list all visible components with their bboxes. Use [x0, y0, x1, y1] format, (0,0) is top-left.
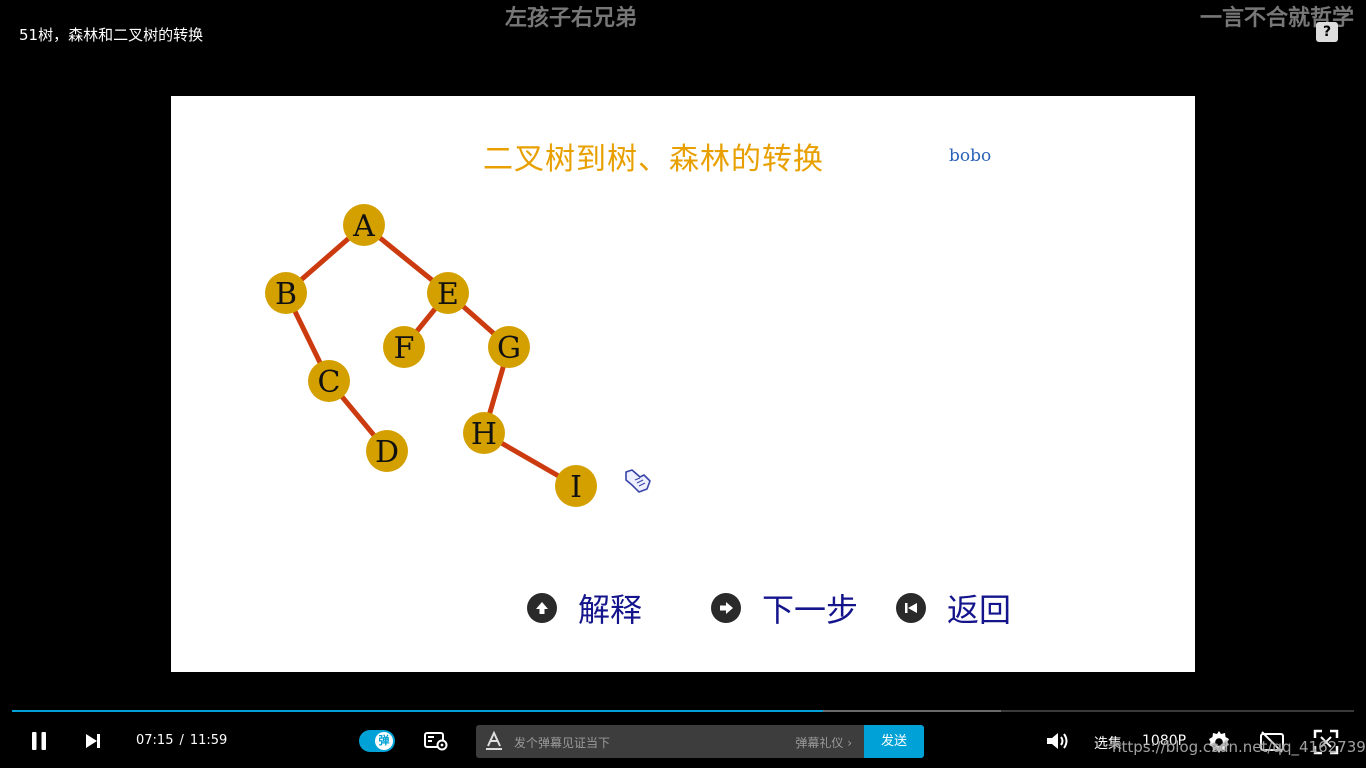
danmaku-toggle-label: 弹 [375, 732, 393, 750]
next-step-button[interactable]: 下一步 [711, 588, 859, 629]
font-style-icon[interactable] [484, 731, 504, 751]
danmaku-input[interactable]: 发个弹幕见证当下 弹幕礼仪 › [476, 725, 864, 758]
time-display: 07:15 / 11:59 [136, 733, 227, 748]
pause-icon[interactable] [30, 731, 48, 751]
back-button[interactable]: 返回 [896, 588, 1012, 629]
tree-node-label-c: C [318, 365, 341, 400]
total-time: 11:59 [189, 733, 228, 748]
progress-played [12, 710, 823, 712]
danmaku-settings-icon[interactable] [424, 731, 448, 751]
tree-node-label-d: D [375, 435, 399, 470]
explain-button[interactable]: 解释 [527, 588, 643, 629]
progress-bar[interactable] [12, 710, 1354, 712]
video-title: 51树，森林和二叉树的转换 [19, 26, 204, 44]
video-player[interactable]: 51树，森林和二叉树的转换 左孩子右兄弟 一言不合就哲学 ? 二叉树到树、森林的… [0, 0, 1366, 768]
tree-node-label-e: E [437, 277, 459, 312]
tree-node-label-g: G [497, 331, 521, 366]
explain-label: 解释 [578, 591, 643, 629]
danmaku-etiquette-link[interactable]: 弹幕礼仪 › [795, 734, 852, 751]
up-arrow-icon [527, 593, 557, 623]
tree-node-label-a: A [352, 209, 375, 244]
tree-node-label-b: B [275, 277, 297, 312]
skip-back-icon [896, 593, 926, 623]
send-button[interactable]: 发送 [864, 725, 924, 758]
danmaku-comment: 左孩子右兄弟 [505, 6, 638, 31]
help-icon[interactable]: ? [1316, 22, 1338, 42]
watermark-url: https://blog.csdn.net/qq_41627390 [1112, 738, 1366, 756]
tree-node-label-h: H [471, 417, 497, 452]
time-separator: / [179, 733, 184, 748]
back-label: 返回 [947, 591, 1012, 629]
tree-node-label-i: I [570, 470, 582, 505]
slide: 二叉树到树、森林的转换 bobo ABEFGCHDI 解释 下一步 返回 [171, 96, 1195, 672]
danmaku-placeholder: 发个弹幕见证当下 [514, 736, 611, 750]
volume-icon[interactable] [1045, 730, 1069, 752]
binary-tree-diagram: A B EF G C H D I [265, 204, 597, 507]
right-arrow-icon [711, 593, 741, 623]
next-step-label: 下一步 [762, 591, 859, 629]
next-episode-icon[interactable] [84, 732, 102, 750]
pointer-hand-icon [625, 469, 651, 493]
tree-node-label-f: F [394, 331, 415, 366]
current-time: 07:15 [136, 733, 174, 748]
danmaku-toggle[interactable]: 弹 [359, 730, 395, 752]
